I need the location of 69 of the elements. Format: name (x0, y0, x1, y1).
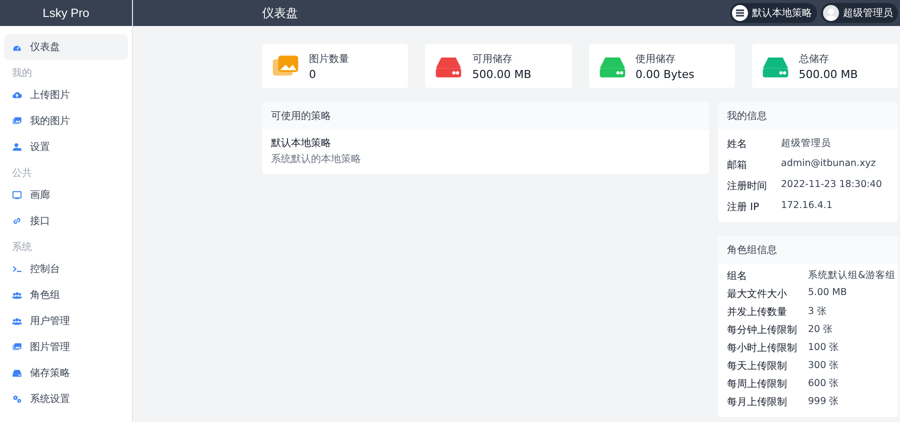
sidebar-item[interactable]: 设置 (4, 134, 128, 160)
strategy-button[interactable]: 默认本地策略 (730, 3, 817, 23)
sidebar-item[interactable]: 系统设置 (4, 386, 128, 412)
field-value: 系统默认组&游客组 (808, 269, 896, 283)
field-label: 每分钟上传限制 (727, 324, 798, 337)
sidebar-item[interactable]: 控制台 (4, 256, 128, 282)
field-value: 超级管理员 (781, 137, 832, 151)
field-value: 300 张 (808, 359, 840, 373)
link-icon (12, 216, 22, 226)
section-label: 系统 (11, 240, 33, 255)
field-label: 姓名 (727, 138, 748, 151)
users-icon (12, 290, 22, 300)
stat-label: 使用储存 (636, 52, 676, 66)
sidebar-item[interactable]: 仪表盘 (4, 34, 128, 60)
field-label: 注册 IP (727, 200, 760, 214)
monitor-icon (12, 190, 22, 200)
field-value: 5.00 MB (808, 287, 848, 300)
list-icon (732, 5, 748, 21)
sidebar-item[interactable]: 接口 (4, 208, 128, 234)
sidebar-item[interactable]: 用户管理 (4, 308, 128, 334)
stat-label: 总储存 (798, 52, 830, 66)
sidebar-item[interactable]: 角色组 (4, 282, 128, 308)
sidebar-item[interactable]: 图片管理 (4, 334, 128, 360)
stat-label: 可用储存 (472, 52, 514, 66)
stat-label: 图片数量 (309, 52, 349, 66)
terminal-icon (12, 264, 22, 274)
field-label: 组名 (727, 270, 748, 283)
user-menu-button[interactable]: 超级管理员 (821, 3, 898, 23)
sidebar-item[interactable]: 我的图片 (4, 108, 128, 134)
users-icon (12, 316, 22, 326)
card-title: 可使用的策略 (262, 102, 709, 130)
field-label: 每月上传限制 (727, 396, 788, 409)
section-label: 我的 (11, 66, 33, 81)
stat-value: 0 (309, 68, 317, 80)
avatar-icon (823, 5, 839, 21)
field-value: 100 张 (808, 341, 840, 355)
images-icon (12, 116, 22, 126)
field-label: 并发上传数量 (727, 306, 788, 319)
strategy-name: 默认本地策略 (271, 136, 332, 150)
stat-value: 500.00 MB (472, 68, 532, 80)
card-title: 我的信息 (718, 102, 898, 130)
app-logo-text: Lsky Pro (42, 6, 90, 20)
field-value: admin@itbunan.xyz (781, 158, 877, 171)
field-label: 每小时上传限制 (727, 342, 798, 355)
stat-value: 0.00 Bytes (636, 68, 694, 80)
sidebar-item[interactable]: 上传图片 (4, 82, 128, 108)
sidebar-item[interactable]: 画廊 (4, 182, 128, 208)
field-value: 3 张 (808, 305, 828, 319)
card-title: 角色组信息 (718, 236, 898, 264)
field-label: 最大文件大小 (727, 288, 788, 301)
field-label: 每天上传限制 (727, 360, 788, 373)
gears-icon (12, 394, 22, 404)
strategy-description: 系统默认的本地策略 (271, 152, 362, 166)
images-icon (12, 342, 22, 352)
stat-value: 500.00 MB (798, 68, 858, 80)
field-value: 20 张 (808, 323, 834, 337)
field-label: 每周上传限制 (727, 378, 788, 391)
field-value: 172.16.4.1 (781, 200, 834, 213)
field-value: 999 张 (808, 395, 840, 409)
page-title: 仪表盘 (262, 4, 298, 22)
cloud-upload-icon (12, 90, 22, 100)
field-value: 600 张 (808, 377, 840, 391)
field-label: 邮箱 (727, 158, 748, 172)
field-value: 2022-11-23 18:30:40 (781, 179, 883, 192)
user-icon (12, 142, 22, 152)
sidebar-item[interactable]: 储存策略 (4, 360, 128, 386)
hard-drive-icon (12, 368, 22, 378)
field-label: 注册时间 (727, 180, 768, 193)
section-label: 公共 (11, 166, 33, 181)
